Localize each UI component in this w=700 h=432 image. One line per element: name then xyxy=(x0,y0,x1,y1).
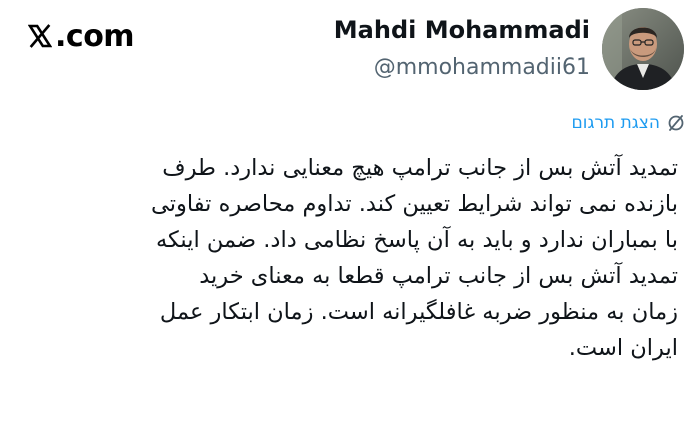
avatar-photo-icon xyxy=(602,8,684,90)
author-name[interactable]: Mahdi Mohammadi xyxy=(334,14,590,46)
tweet-card: . com Mahdi Mohammadi @mmohammadii61 הצג… xyxy=(0,0,700,432)
site-logo[interactable]: . com xyxy=(28,16,135,56)
author-handle[interactable]: @mmohammadii61 xyxy=(334,52,590,84)
translate-icon xyxy=(668,115,684,131)
avatar[interactable] xyxy=(602,8,684,90)
tweet-text-line: بازنده نمی تواند شرایط تعیین کند. تداوم … xyxy=(151,191,678,217)
tweet-text-line: تمدید آتش بس از جانب ترامپ هیچ معنایی ند… xyxy=(162,155,678,181)
tweet-text-line: زمان به منظور ضربه غافلگیرانه است. زمان … xyxy=(159,299,678,325)
show-translation-button[interactable]: הצגת תרגום xyxy=(572,113,686,133)
tweet-text-line: ایران است. xyxy=(568,335,678,361)
tweet-text-line: تمدید آتش بس از جانب ترامپ قطعا به معنای… xyxy=(199,263,678,289)
tweet-text-line: با بمباران ندارد و باید به آن پاسخ نظامی… xyxy=(155,227,678,253)
tweet-text: تمدید آتش بس از جانب ترامپ هیچ معنایی ند… xyxy=(18,150,678,366)
x-logo-icon xyxy=(28,24,52,48)
show-translation-label: הצגת תרגום xyxy=(571,113,660,133)
brand-domain-dot: . xyxy=(55,18,66,54)
author-info: Mahdi Mohammadi @mmohammadii61 xyxy=(334,14,590,84)
brand-domain: com xyxy=(65,18,135,54)
